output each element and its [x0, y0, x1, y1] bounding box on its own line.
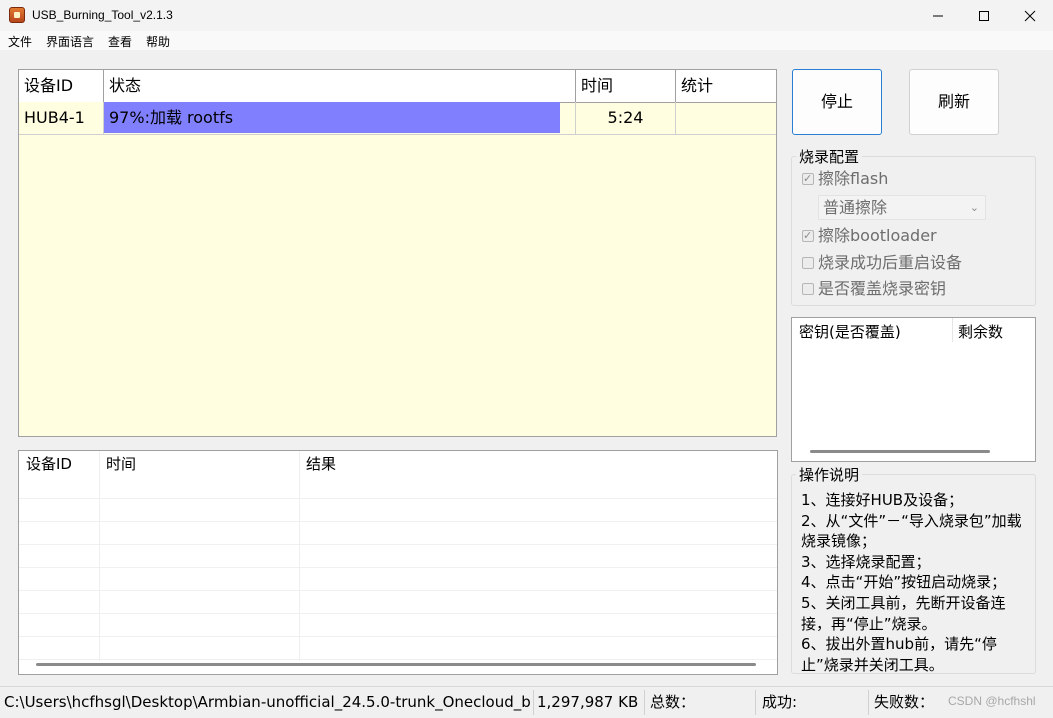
status-failed: 失败数： [874, 693, 935, 711]
checkbox-checked-icon [802, 227, 814, 245]
erase-flash-label: 擦除flash [818, 169, 889, 188]
chevron-down-icon: ⌄ [969, 201, 979, 214]
status-divider [755, 690, 756, 715]
status-success: 成功: [762, 693, 798, 711]
menu-view[interactable]: 查看 [108, 33, 132, 50]
overwrite-key-checkbox[interactable]: 是否覆盖烧录密钥 [802, 280, 946, 298]
log-row [19, 636, 777, 660]
maximize-icon [979, 10, 989, 21]
key-col-key[interactable]: 密钥(是否覆盖) [799, 321, 901, 342]
status-divider [533, 690, 534, 715]
overwrite-key-label: 是否覆盖烧录密钥 [818, 279, 947, 298]
menu-language[interactable]: 界面语言 [46, 33, 94, 50]
window-title: USB_Burning_Tool_v2.1.3 [32, 8, 173, 22]
checkbox-checked-icon [802, 170, 814, 188]
checkbox-unchecked-icon [802, 257, 814, 269]
key-list-header: 密钥(是否覆盖) 剩余数 [792, 318, 1035, 342]
log-list[interactable]: 设备ID 时间 结果 [18, 450, 778, 675]
device-row[interactable]: HUB4-1 97%:加载 rootfs 5:24 [19, 102, 776, 135]
erase-mode-select[interactable]: 普通擦除 ⌄ [818, 195, 986, 220]
key-col-divider [952, 318, 953, 342]
minimize-icon [933, 15, 943, 16]
stop-button[interactable]: 停止 [792, 69, 882, 135]
key-col-remaining[interactable]: 剩余数 [958, 321, 1003, 342]
log-horizontal-scrollbar[interactable] [36, 663, 756, 666]
col-device-id[interactable]: 设备ID [19, 70, 104, 102]
reboot-after-label: 烧录成功后重启设备 [818, 253, 963, 272]
instructions-title: 操作说明 [796, 464, 863, 485]
maximize-button[interactable] [961, 0, 1007, 31]
refresh-button[interactable]: 刷新 [909, 69, 999, 135]
col-time[interactable]: 时间 [576, 70, 676, 102]
status-total: 总数： [650, 693, 696, 711]
log-col-result[interactable]: 结果 [299, 451, 499, 475]
erase-bootloader-label: 擦除bootloader [818, 226, 937, 245]
close-button[interactable] [1007, 0, 1053, 31]
log-row [19, 475, 777, 499]
status-divider [868, 690, 869, 715]
menu-help[interactable]: 帮助 [146, 33, 170, 50]
reboot-after-checkbox[interactable]: 烧录成功后重启设备 [802, 254, 962, 272]
menu-bar: 文件 界面语言 查看 帮助 [0, 31, 1053, 50]
log-row [19, 544, 777, 568]
log-col-device-id[interactable]: 设备ID [19, 451, 99, 475]
erase-bootloader-checkbox[interactable]: 擦除bootloader [802, 227, 937, 245]
log-row [19, 590, 777, 614]
col-status[interactable]: 状态 [104, 70, 576, 102]
instructions-body: 1、连接好HUB及设备； 2、从“文件”－“导入烧录包”加载烧录镜像； 3、选择… [801, 491, 1022, 674]
watermark-text: CSDN @hcfhshl [948, 694, 1036, 708]
status-cell: 97%:加载 rootfs [104, 102, 576, 134]
close-icon [1024, 10, 1036, 21]
instructions-text: 1、连接好HUB及设备； 2、从“文件”－“导入烧录包”加载烧录镜像； 3、选择… [801, 490, 1033, 675]
status-size: 1,297,987 KB [537, 693, 639, 711]
log-row [19, 613, 777, 637]
erase-mode-value: 普通擦除 [823, 198, 888, 217]
key-list[interactable]: 密钥(是否覆盖) 剩余数 [791, 317, 1036, 462]
app-icon [9, 7, 25, 23]
status-bar: C:\Users\hcfhsgl\Desktop\Armbian-unoffic… [0, 686, 1053, 718]
device-grid[interactable]: 设备ID 状态 时间 统计 HUB4-1 97%:加载 rootfs 5:24 [18, 69, 777, 437]
erase-flash-checkbox[interactable]: 擦除flash [802, 170, 888, 188]
time-cell: 5:24 [576, 102, 676, 134]
key-list-scrollbar[interactable] [810, 450, 990, 453]
title-bar: USB_Burning_Tool_v2.1.3 [0, 0, 1053, 31]
checkbox-unchecked-icon [802, 283, 814, 295]
log-row [19, 567, 777, 591]
burn-config-title: 烧录配置 [796, 146, 863, 167]
col-stats[interactable]: 统计 [676, 70, 776, 102]
log-row [19, 498, 777, 522]
log-row [19, 521, 777, 545]
status-text: 97%:加载 rootfs [109, 108, 234, 127]
menu-file[interactable]: 文件 [8, 33, 32, 50]
device-grid-header: 设备ID 状态 时间 统计 [19, 70, 776, 103]
status-divider [644, 690, 645, 715]
minimize-button[interactable] [915, 0, 961, 31]
device-id-cell: HUB4-1 [19, 102, 104, 134]
log-col-time[interactable]: 时间 [99, 451, 299, 475]
status-path: C:\Users\hcfhsgl\Desktop\Armbian-unoffic… [4, 693, 531, 711]
stats-cell [676, 102, 776, 134]
